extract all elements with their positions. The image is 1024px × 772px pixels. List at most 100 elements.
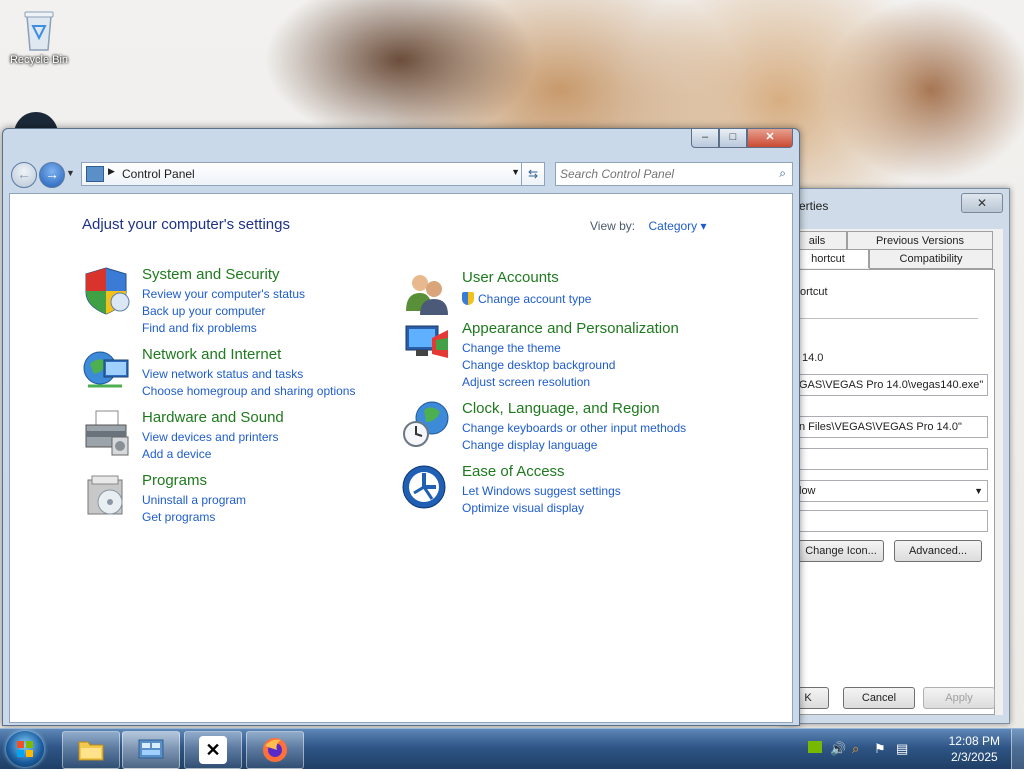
category-title[interactable]: Appearance and Personalization [462, 320, 679, 337]
link-change-theme[interactable]: Change the theme [462, 340, 615, 357]
desktop: Recycle Bin erties ✕ ails Previous Versi… [0, 0, 1024, 768]
link-homegroup-sharing[interactable]: Choose homegroup and sharing options [142, 383, 355, 400]
properties-title: erties [799, 199, 829, 213]
control-panel-icon [137, 736, 165, 764]
flag-icon[interactable]: ⚑ [874, 741, 886, 757]
comment-field[interactable] [798, 510, 988, 532]
properties-body: ails Previous Versions hortcut Compatibi… [787, 229, 1003, 715]
globe-clock-icon[interactable] [402, 400, 452, 450]
category-links: Let Windows suggest settings Optimize vi… [462, 483, 621, 517]
category-title[interactable]: Clock, Language, and Region [462, 400, 660, 417]
shield-icon[interactable] [82, 266, 132, 316]
programs-icon[interactable] [82, 472, 132, 522]
category-links: Change the theme Change desktop backgrou… [462, 340, 615, 391]
uac-shield-icon [462, 292, 474, 305]
windows-logo-icon [17, 741, 33, 757]
recent-pages-chevron-icon[interactable]: ▼ [66, 168, 75, 178]
link-find-fix-problems[interactable]: Find and fix problems [142, 320, 305, 337]
show-desktop-button[interactable] [1011, 729, 1024, 769]
address-dropdown-icon[interactable]: ▼ [511, 167, 520, 177]
printer-icon[interactable] [82, 409, 132, 459]
link-adjust-resolution[interactable]: Adjust screen resolution [462, 374, 615, 391]
search-icon[interactable]: ⌕ [779, 166, 786, 181]
view-by-dropdown[interactable]: Category ▾ [648, 219, 706, 233]
tab-previous-versions[interactable]: Previous Versions [847, 231, 993, 251]
link-label: Change account type [478, 292, 592, 306]
close-button[interactable]: ✕ [747, 129, 793, 148]
clock-date: 2/3/2025 [950, 750, 998, 764]
maximize-button[interactable]: □ [719, 129, 747, 148]
cancel-button[interactable]: Cancel [843, 687, 915, 709]
page-title: Adjust your computer's settings [82, 216, 290, 233]
volume-icon[interactable]: 🔊 [830, 741, 846, 757]
start-button[interactable] [6, 731, 44, 767]
link-suggest-settings[interactable]: Let Windows suggest settings [462, 483, 621, 500]
link-network-status[interactable]: View network status and tasks [142, 366, 355, 383]
control-panel-window[interactable]: – □ ✕ ← → ▼ ▶ Control Panel ▼ ⇆ ⌕ Adjust… [2, 128, 800, 726]
category-title[interactable]: Network and Internet [142, 346, 281, 363]
search-input[interactable] [558, 165, 768, 183]
link-back-up[interactable]: Back up your computer [142, 303, 305, 320]
search-box[interactable]: ⌕ [555, 162, 793, 186]
navigation-bar: ← → ▼ ▶ Control Panel ▼ ⇆ ⌕ [9, 159, 793, 189]
link-change-display-language[interactable]: Change display language [462, 437, 686, 454]
taskbar-file-explorer[interactable] [62, 731, 120, 769]
properties-window[interactable]: erties ✕ ails Previous Versions hortcut … [780, 188, 1010, 724]
target-field[interactable]: GAS\VEGAS Pro 14.0\vegas140.exe" [798, 374, 988, 396]
control-panel-icon [86, 166, 104, 182]
forward-button[interactable]: → [39, 162, 65, 188]
link-review-status[interactable]: Review your computer's status [142, 286, 305, 303]
clock[interactable]: 12:08 PM 2/3/2025 [949, 733, 1000, 765]
category-title[interactable]: System and Security [142, 266, 280, 283]
minimize-button[interactable]: – [691, 129, 719, 148]
title-bar[interactable]: – □ ✕ [3, 129, 799, 155]
taskbar-firefox[interactable] [246, 731, 304, 769]
link-change-account-type[interactable]: Change account type [462, 291, 591, 308]
recycle-bin-icon [19, 8, 59, 52]
link-change-keyboards[interactable]: Change keyboards or other input methods [462, 420, 686, 437]
category-links: View devices and printers Add a device [142, 429, 279, 463]
ease-of-access-icon[interactable] [402, 463, 452, 513]
address-bar[interactable]: ▶ Control Panel ▼ ⇆ [81, 162, 545, 186]
taskbar-control-panel[interactable] [122, 731, 180, 769]
refresh-icon[interactable]: ⇆ [521, 163, 544, 185]
capcut-icon: ✕ [199, 736, 227, 764]
properties-close-button[interactable]: ✕ [961, 193, 1003, 213]
taskbar: ✕ 🔊 ⌕ ⚑ ▤ 12:08 PM 2/3/2025 [0, 728, 1024, 769]
network-icon[interactable] [82, 346, 132, 396]
start-in-field[interactable]: n Files\VEGAS\VEGAS Pro 14.0" [798, 416, 988, 438]
run-select-value: low [799, 485, 816, 497]
back-button[interactable]: ← [11, 162, 37, 188]
view-by: View by: Category ▾ [590, 219, 707, 233]
users-icon[interactable] [402, 269, 452, 319]
category-title[interactable]: User Accounts [462, 269, 559, 286]
category-title[interactable]: Ease of Access [462, 463, 565, 480]
category-links: Review your computer's status Back up yo… [142, 286, 305, 337]
advanced-button[interactable]: Advanced... [894, 540, 982, 562]
clock-time: 12:08 PM [948, 734, 1000, 748]
change-icon-button[interactable]: Change Icon... [798, 540, 884, 562]
nvidia-icon[interactable] [808, 741, 822, 756]
apply-button[interactable]: Apply [923, 687, 995, 709]
link-optimize-visual[interactable]: Optimize visual display [462, 500, 621, 517]
link-add-device[interactable]: Add a device [142, 446, 279, 463]
caption-buttons: – □ ✕ [691, 129, 793, 148]
link-devices-printers[interactable]: View devices and printers [142, 429, 279, 446]
run-select[interactable]: low ▼ [798, 480, 988, 502]
breadcrumb-arrow-icon[interactable]: ▶ [108, 166, 115, 177]
recycle-bin-shortcut[interactable]: Recycle Bin [6, 8, 72, 66]
link-change-background[interactable]: Change desktop background [462, 357, 615, 374]
category-title[interactable]: Hardware and Sound [142, 409, 284, 426]
monitor-icon[interactable] [402, 320, 452, 370]
taskbar-capcut[interactable]: ✕ [184, 731, 242, 769]
shortcut-key-field[interactable] [798, 448, 988, 470]
breadcrumb-control-panel[interactable]: Control Panel [122, 167, 195, 181]
search-tray-icon[interactable]: ⌕ [852, 741, 859, 757]
category-title[interactable]: Programs [142, 472, 207, 489]
tab-compatibility[interactable]: Compatibility [869, 249, 993, 269]
chevron-down-icon: ▼ [974, 486, 983, 496]
link-get-programs[interactable]: Get programs [142, 509, 246, 526]
category-links: Change keyboards or other input methods … [462, 420, 686, 454]
network-tray-icon[interactable]: ▤ [896, 741, 908, 757]
link-uninstall-program[interactable]: Uninstall a program [142, 492, 246, 509]
